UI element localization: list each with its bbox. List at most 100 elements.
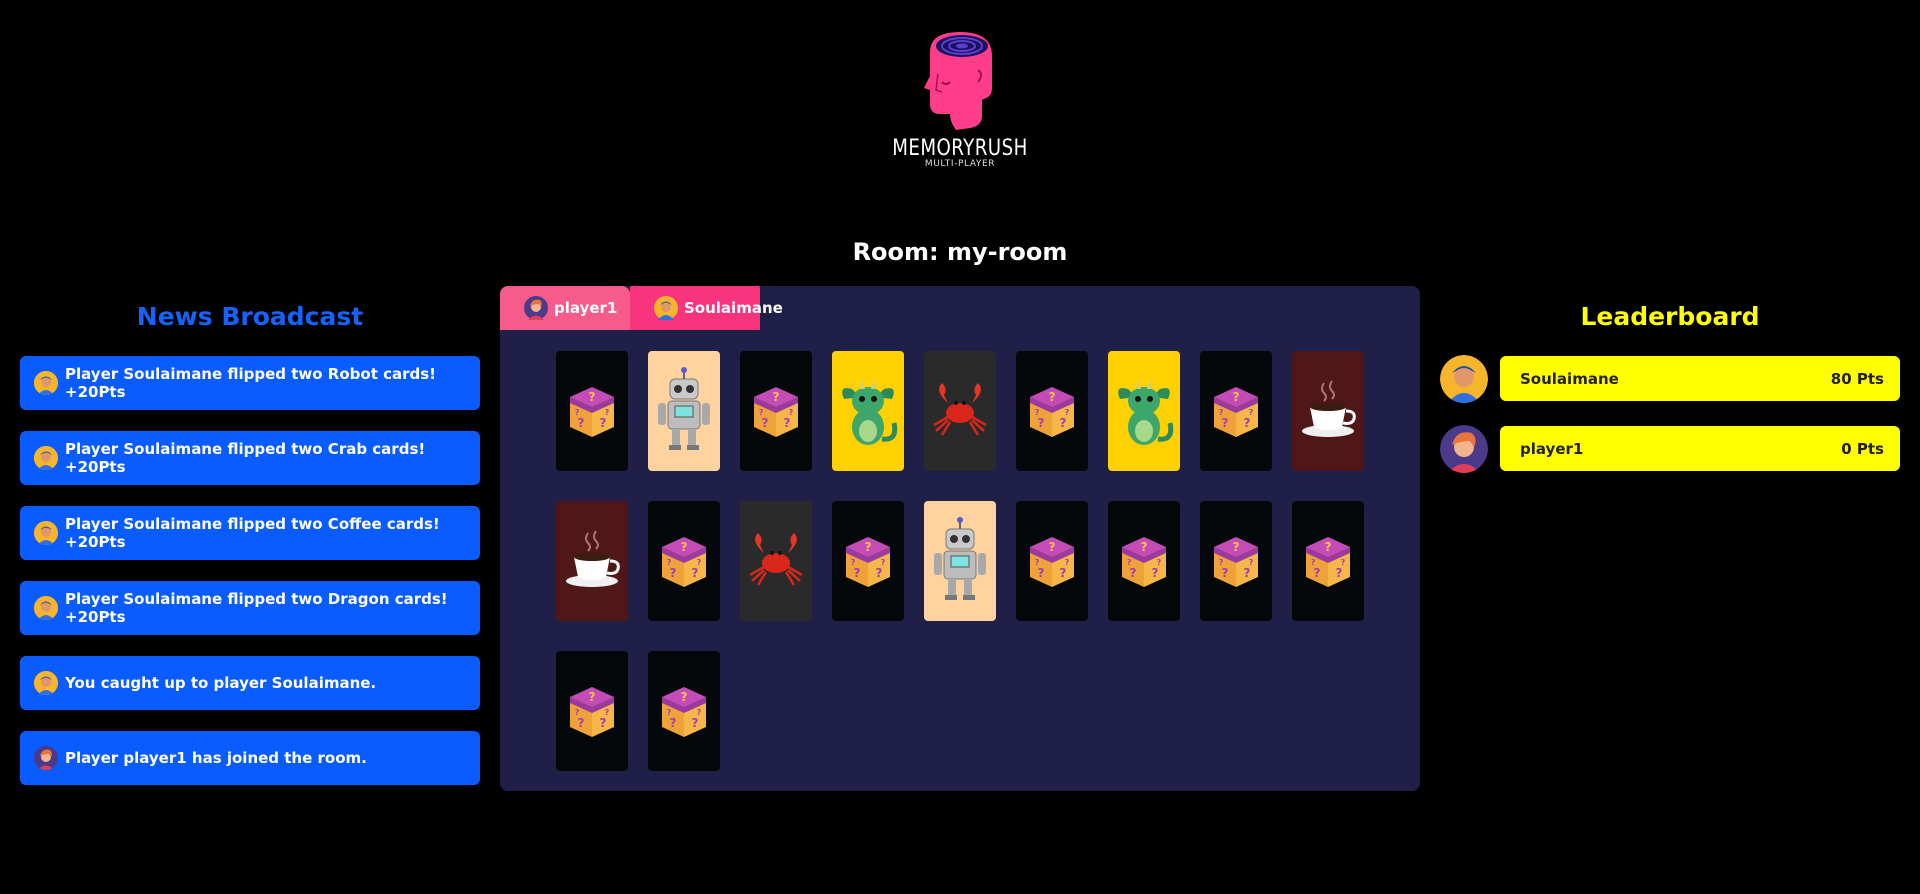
svg-text:?: ? bbox=[851, 558, 856, 567]
card-crab[interactable] bbox=[924, 351, 996, 471]
svg-text:?: ? bbox=[1219, 408, 1224, 417]
svg-text:?: ? bbox=[692, 566, 699, 580]
mystery-box-icon: ? ? ? ? ? bbox=[1030, 537, 1074, 587]
dragon-icon bbox=[1118, 379, 1174, 445]
svg-text:?: ? bbox=[667, 558, 672, 567]
svg-text:?: ? bbox=[600, 716, 607, 730]
news-item: Player player1 has joined the room. bbox=[20, 731, 480, 785]
news-broadcast-title: News Broadcast bbox=[136, 302, 364, 331]
svg-text:?: ? bbox=[697, 708, 702, 717]
svg-text:?: ? bbox=[881, 558, 886, 567]
player1-avatar-icon bbox=[1440, 425, 1488, 473]
card-hidden[interactable]: ? ? ? ? ? bbox=[1292, 501, 1364, 621]
player1-avatar-icon bbox=[34, 746, 58, 770]
svg-text:?: ? bbox=[1049, 390, 1056, 404]
svg-text:?: ? bbox=[1130, 566, 1137, 580]
svg-text:?: ? bbox=[1233, 540, 1240, 554]
svg-text:?: ? bbox=[1127, 558, 1132, 567]
svg-text:?: ? bbox=[1157, 558, 1162, 567]
soulaimane-avatar-icon bbox=[34, 596, 58, 620]
leaderboard-row: player1 0 Pts bbox=[1440, 425, 1900, 473]
leaderboard-points: 80 Pts bbox=[1830, 369, 1884, 388]
svg-text:?: ? bbox=[784, 416, 791, 430]
svg-text:?: ? bbox=[605, 408, 610, 417]
game-board: player1 Soulaimane ? ? ? ? ? ? ? ? ? ? ?… bbox=[500, 286, 1420, 791]
card-hidden[interactable]: ? ? ? ? ? bbox=[1016, 501, 1088, 621]
svg-text:?: ? bbox=[575, 708, 580, 717]
logo-title: MEMORYRUSH bbox=[892, 136, 1028, 161]
mystery-box-icon: ? ? ? ? ? bbox=[570, 387, 614, 437]
card-hidden[interactable]: ? ? ? ? ? bbox=[648, 501, 720, 621]
news-item: Player Soulaimane flipped two Crab cards… bbox=[20, 431, 480, 485]
mystery-box-icon: ? ? ? ? ? bbox=[754, 387, 798, 437]
svg-text:?: ? bbox=[600, 416, 607, 430]
news-item: Player Soulaimane flipped two Coffee car… bbox=[20, 506, 480, 560]
svg-text:?: ? bbox=[1325, 540, 1332, 554]
card-robot[interactable] bbox=[924, 501, 996, 621]
svg-text:?: ? bbox=[578, 416, 585, 430]
svg-text:?: ? bbox=[1233, 390, 1240, 404]
soulaimane-avatar-icon bbox=[34, 671, 58, 695]
svg-text:?: ? bbox=[876, 566, 883, 580]
mystery-box-icon: ? ? ? ? ? bbox=[662, 537, 706, 587]
card-coffee[interactable] bbox=[1292, 351, 1364, 471]
dragon-icon bbox=[842, 379, 898, 445]
head-spiral-icon bbox=[924, 32, 992, 130]
soulaimane-avatar-icon bbox=[654, 296, 678, 320]
card-hidden[interactable]: ? ? ? ? ? bbox=[1016, 351, 1088, 471]
tab-player1[interactable]: player1 bbox=[500, 286, 630, 330]
leaderboard-title: Leaderboard bbox=[1580, 302, 1760, 331]
svg-text:?: ? bbox=[1038, 566, 1045, 580]
soulaimane-avatar-icon bbox=[34, 446, 58, 470]
card-crab[interactable] bbox=[740, 501, 812, 621]
svg-text:?: ? bbox=[789, 408, 794, 417]
svg-text:?: ? bbox=[1152, 566, 1159, 580]
svg-text:?: ? bbox=[854, 566, 861, 580]
mystery-box-icon: ? ? ? ? ? bbox=[570, 687, 614, 737]
news-item: You caught up to player Soulaimane. bbox=[20, 656, 480, 710]
card-dragon[interactable] bbox=[1108, 351, 1180, 471]
mystery-box-icon: ? ? ? ? ? bbox=[1122, 537, 1166, 587]
card-coffee[interactable] bbox=[556, 501, 628, 621]
svg-text:?: ? bbox=[1060, 416, 1067, 430]
svg-text:?: ? bbox=[1249, 408, 1254, 417]
svg-text:?: ? bbox=[670, 716, 677, 730]
svg-text:?: ? bbox=[1035, 408, 1040, 417]
svg-text:?: ? bbox=[1244, 416, 1251, 430]
svg-text:?: ? bbox=[578, 716, 585, 730]
svg-text:?: ? bbox=[1219, 558, 1224, 567]
card-hidden[interactable]: ? ? ? ? ? bbox=[648, 651, 720, 771]
svg-text:?: ? bbox=[1244, 566, 1251, 580]
card-dragon[interactable] bbox=[832, 351, 904, 471]
svg-text:?: ? bbox=[575, 408, 580, 417]
svg-text:?: ? bbox=[589, 690, 596, 704]
svg-text:?: ? bbox=[1222, 416, 1229, 430]
news-text: Player Soulaimane flipped two Crab cards… bbox=[65, 440, 426, 476]
card-hidden[interactable]: ? ? ? ? ? bbox=[1200, 501, 1272, 621]
svg-text:?: ? bbox=[773, 390, 780, 404]
svg-text:?: ? bbox=[670, 566, 677, 580]
news-text: Player player1 has joined the room. bbox=[65, 749, 367, 767]
svg-text:?: ? bbox=[1038, 416, 1045, 430]
svg-text:?: ? bbox=[681, 690, 688, 704]
soulaimane-avatar-icon bbox=[34, 521, 58, 545]
card-hidden[interactable]: ? ? ? ? ? bbox=[1108, 501, 1180, 621]
card-hidden[interactable]: ? ? ? ? ? bbox=[832, 501, 904, 621]
news-item: Player Soulaimane flipped two Dragon car… bbox=[20, 581, 480, 635]
svg-text:?: ? bbox=[697, 558, 702, 567]
svg-text:?: ? bbox=[759, 408, 764, 417]
card-robot[interactable] bbox=[648, 351, 720, 471]
mystery-box-icon: ? ? ? ? ? bbox=[846, 537, 890, 587]
card-hidden[interactable]: ? ? ? ? ? bbox=[1200, 351, 1272, 471]
mystery-box-icon: ? ? ? ? ? bbox=[662, 687, 706, 737]
card-hidden[interactable]: ? ? ? ? ? bbox=[556, 651, 628, 771]
svg-text:?: ? bbox=[605, 708, 610, 717]
svg-text:?: ? bbox=[589, 390, 596, 404]
leaderboard-name: Soulaimane bbox=[1520, 369, 1619, 388]
coffee-icon bbox=[1302, 380, 1356, 437]
tab-label: Soulaimane bbox=[684, 299, 783, 317]
tab-soulaimane[interactable]: Soulaimane bbox=[630, 286, 783, 330]
card-hidden[interactable]: ? ? ? ? ? bbox=[740, 351, 812, 471]
card-hidden[interactable]: ? ? ? ? ? bbox=[556, 351, 628, 471]
svg-text:?: ? bbox=[1035, 558, 1040, 567]
